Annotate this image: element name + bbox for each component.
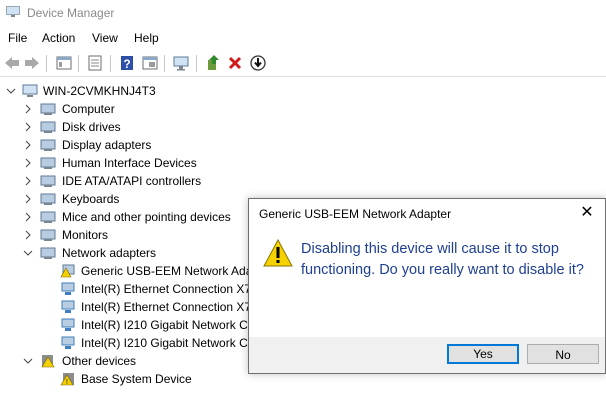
monitor-icon (40, 228, 56, 242)
tree-category-item[interactable]: Computer (0, 100, 240, 118)
update-driver-icon[interactable] (204, 54, 222, 72)
disable-device-icon[interactable] (249, 54, 267, 72)
title-bar: Device Manager (0, 0, 606, 26)
chevron-right-icon[interactable] (23, 154, 33, 172)
tree-category-item[interactable]: Human Interface Devices (0, 154, 240, 172)
svg-text:?: ? (123, 57, 130, 71)
other-devices-icon (40, 354, 56, 368)
tree-category-item[interactable]: Display adapters (0, 136, 240, 154)
tree-category-label: Other devices (62, 354, 137, 368)
chevron-down-icon[interactable] (6, 82, 16, 100)
keyboard-icon (40, 192, 56, 206)
menu-action[interactable]: Action (42, 31, 75, 45)
tree-category-label: Display adapters (62, 138, 152, 152)
tree-root[interactable]: WIN-2CVMKHNJ4T3 (0, 82, 240, 100)
dialog-footer: Yes No (249, 337, 605, 373)
tree-device-label: Base System Device (81, 372, 192, 386)
view-icon[interactable] (141, 54, 159, 72)
tree-category-label: Network adapters (62, 246, 157, 260)
computer-icon (40, 102, 56, 116)
properties-icon[interactable] (86, 54, 104, 72)
menu-bar: File Action View Help (0, 28, 606, 50)
network-adapter-icon (60, 336, 76, 350)
network-adapter-icon (60, 300, 76, 314)
chevron-right-icon[interactable] (23, 190, 33, 208)
dialog-title: Generic USB-EEM Network Adapter (259, 207, 452, 221)
show-hide-tree-icon[interactable] (55, 54, 73, 72)
toolbar: ? (0, 52, 606, 77)
menu-file[interactable]: File (8, 31, 27, 45)
tree-category-label: Monitors (62, 228, 109, 242)
tree-category-label: Keyboards (62, 192, 120, 206)
hid-icon (40, 156, 56, 170)
help-icon[interactable]: ? (118, 54, 136, 72)
computer-icon (22, 84, 38, 98)
tree-category-item[interactable]: IDE ATA/ATAPI controllers (0, 172, 240, 190)
toolbar-separator (110, 55, 111, 72)
tree-device-network-adapter[interactable]: Intel(R) Ethernet Connection X7 (0, 280, 252, 298)
tree-category-item[interactable]: Disk drives (0, 118, 240, 136)
toolbar-separator (46, 55, 47, 72)
chevron-right-icon[interactable] (23, 136, 33, 154)
tree-device-network-adapter[interactable]: Intel(R) Ethernet Connection X7 (0, 298, 252, 316)
warning-device-icon: ! (60, 372, 76, 386)
chevron-right-icon[interactable] (23, 118, 33, 136)
chevron-right-icon[interactable] (23, 226, 33, 244)
device-manager-icon (6, 6, 20, 18)
chevron-right-icon[interactable] (23, 208, 33, 226)
disk-drive-icon (40, 120, 56, 134)
dialog-message: Disabling this device will cause it to s… (301, 241, 584, 278)
tree-device-label: Intel(R) Ethernet Connection X7 (81, 300, 252, 314)
toolbar-separator (78, 55, 79, 72)
ide-controller-icon (40, 174, 56, 188)
close-icon[interactable]: ✕ (577, 203, 597, 223)
tree-category-label: Human Interface Devices (62, 156, 197, 170)
network-adapter-icon (60, 282, 76, 296)
tree-category-label: Computer (62, 102, 115, 116)
network-adapter-icon (60, 318, 76, 332)
window-title: Device Manager (27, 6, 115, 20)
tree-device-network-adapter[interactable]: Intel(R) I210 Gigabit Network Co (0, 316, 254, 334)
tree-device-network-adapter[interactable]: Generic USB-EEM Network Adap (0, 262, 259, 280)
uninstall-icon[interactable] (226, 54, 244, 72)
display-adapter-icon (40, 138, 56, 152)
chevron-right-icon[interactable] (23, 172, 33, 190)
tree-device-network-adapter[interactable]: Intel(R) I210 Gigabit Network Co (0, 334, 254, 352)
mouse-icon (40, 210, 56, 224)
chevron-right-icon[interactable] (23, 100, 33, 118)
tree-category-label: Mice and other pointing devices (62, 210, 231, 224)
network-adapter-icon (40, 246, 56, 260)
toolbar-separator (164, 55, 165, 72)
warning-icon (263, 238, 293, 267)
scan-hardware-icon[interactable] (172, 54, 190, 72)
warning-device-icon (60, 264, 76, 278)
toolbar-separator (196, 55, 197, 72)
tree-category-item[interactable]: Monitors (0, 226, 240, 244)
tree-root-label: WIN-2CVMKHNJ4T3 (43, 84, 156, 98)
tree-category-item[interactable]: Network adapters (0, 244, 240, 262)
tree-category-item[interactable]: Mice and other pointing devices (0, 208, 240, 226)
tree-device-label: Generic USB-EEM Network Adap (81, 264, 260, 278)
tree-category-label: IDE ATA/ATAPI controllers (62, 174, 202, 188)
tree-device-label: Intel(R) I210 Gigabit Network Co (81, 318, 255, 332)
tree-device-label: Intel(R) Ethernet Connection X7 (81, 282, 252, 296)
menu-help[interactable]: Help (134, 31, 159, 45)
back-icon[interactable] (3, 54, 21, 72)
svg-text:!: ! (66, 379, 68, 386)
chevron-down-icon[interactable] (23, 352, 33, 370)
menu-view[interactable]: View (92, 31, 118, 45)
tree-category-item[interactable]: Keyboards (0, 190, 240, 208)
tree-device-label: Intel(R) I210 Gigabit Network Co (81, 336, 255, 350)
disable-device-dialog: Generic USB-EEM Network Adapter ✕ Disabl… (248, 198, 606, 374)
tree-category-label: Disk drives (62, 120, 121, 134)
yes-button[interactable]: Yes (447, 344, 519, 364)
forward-icon[interactable] (23, 54, 41, 72)
tree-device-base-system[interactable]: ! Base System Device (0, 370, 240, 388)
tree-category-other-devices[interactable]: Other devices (0, 352, 240, 370)
no-button[interactable]: No (527, 344, 599, 364)
chevron-down-icon[interactable] (23, 244, 33, 262)
